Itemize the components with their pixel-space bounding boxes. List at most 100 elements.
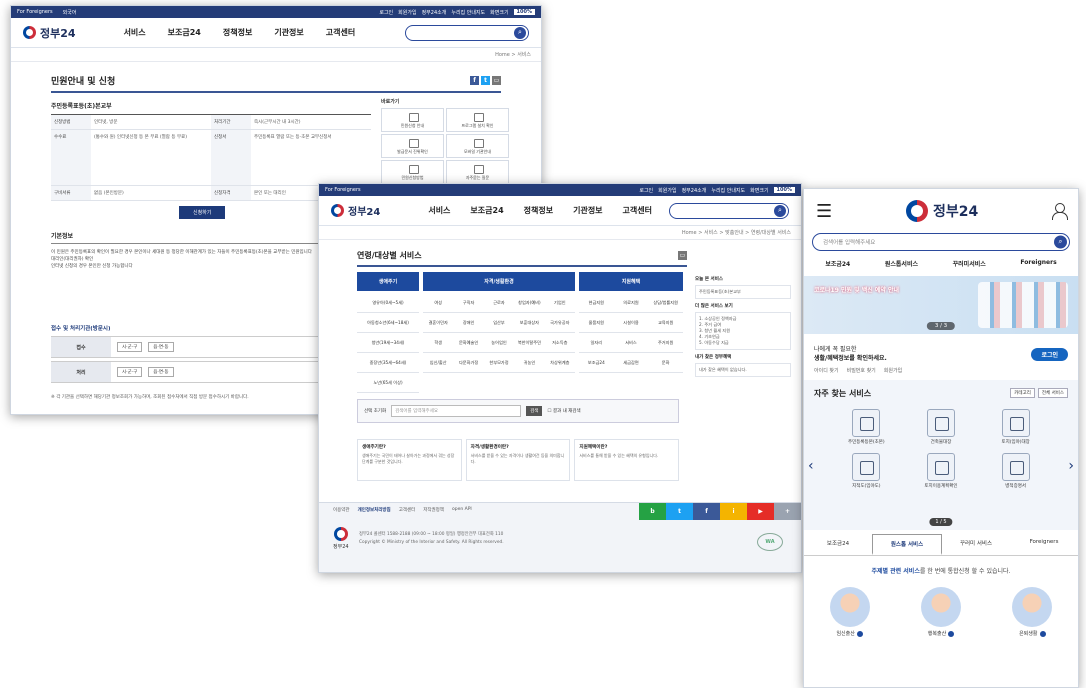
agency-chip[interactable]: 읍·면·동 [148,367,174,377]
category-item[interactable]: 구직자 [453,293,484,313]
all-services-select[interactable]: 전체 서비스 [1037,388,1068,398]
promo-banner[interactable]: 코로나19 민원 및 백신 예약 안내 3 / 3 [804,276,1078,334]
more-icon[interactable]: + [774,503,801,520]
category-item[interactable]: 일자리 [579,333,614,353]
gov24-logo[interactable]: 정부24 [23,25,76,41]
category-item[interactable]: 시설이용 [613,313,649,333]
category-item[interactable]: 저소득층 [544,333,575,353]
login-link[interactable]: 로그인 [379,9,393,16]
category-item[interactable]: 청년(19세~34세) [357,333,419,353]
category-item[interactable]: 노년(65세 이상) [357,373,419,393]
category-item[interactable]: 서비스 [613,333,649,353]
service-tile[interactable]: 병적증명서 [981,453,1050,489]
menu-subsidy[interactable]: 보조금24 [168,27,201,38]
menu-support[interactable]: 고객센터 [326,27,355,38]
menu-service[interactable]: 서비스 [124,27,146,38]
tab-subsidy[interactable]: 보조금24 [804,534,872,555]
category-item[interactable]: 근로자 [483,293,515,313]
category-item[interactable]: 문화예술인 [453,333,484,353]
category-item[interactable]: 현금지원 [579,293,614,313]
tab-foreigners[interactable]: Foreigners [1010,534,1078,555]
menu-policy[interactable]: 정책정보 [524,205,553,216]
category-item[interactable]: 결혼이민자 [423,313,454,333]
signup-link[interactable]: 회원가입 [658,187,676,194]
search-button[interactable]: 검색 [526,406,543,416]
shortcut-item[interactable]: 민원신청 안내 [381,108,444,132]
facebook-icon[interactable]: f [693,503,720,520]
instagram-icon[interactable]: i [720,503,747,520]
menu-agency[interactable]: 기관정보 [573,205,602,216]
gov24-logo[interactable]: 정부24 [331,203,380,218]
category-item[interactable]: 아동청소년(6세~18세) [357,313,419,333]
recent-service-item[interactable]: 주민등록표등(초)본교부 [695,285,791,299]
about-link[interactable]: 정부24소개 [422,9,447,16]
about-link[interactable]: 정부24소개 [682,187,707,194]
search-icon[interactable]: ⌕ [514,26,526,39]
sitemap-link[interactable]: 누리집 안내지도 [451,9,485,16]
category-item[interactable]: 보훈대상자 [514,313,545,333]
agency-chip[interactable]: 시·군·구 [117,342,143,352]
signup-link[interactable]: 회원가입 [884,367,902,374]
find-id-link[interactable]: 아이디 찾기 [814,367,839,374]
agency-chip[interactable]: 시·군·구 [117,367,143,377]
hamburger-menu-icon[interactable]: ☰ [816,201,832,222]
menu-support[interactable]: 고객센터 [623,205,652,216]
category-item[interactable]: 문화 [648,353,683,373]
category-item[interactable]: 중장년(35세~64세) [357,353,419,373]
find-password-link[interactable]: 비밀번호 찾기 [847,367,876,374]
twitter-icon[interactable]: t [481,76,490,85]
category-item[interactable]: 북한이탈주민 [514,333,545,353]
reset-button[interactable]: 선택 초기화 [364,408,386,414]
footer-link[interactable]: 고객센터 [399,507,416,513]
login-button[interactable]: 로그인 [1031,348,1068,361]
service-tile[interactable]: 토지이용계획확인 [907,453,976,489]
category-item[interactable]: 여성 [423,293,454,313]
footer-link[interactable]: 저작권정책 [423,507,444,513]
category-item[interactable]: 학생 [423,333,454,353]
service-search-input[interactable]: 검색어를 입력해주세요 [391,405,522,417]
shortcut-item[interactable]: 모바일 기관안내 [446,134,509,158]
onestop-item[interactable]: 은퇴생활 [1012,587,1053,637]
tab-onestop[interactable]: 원스톱 서비스 [872,534,942,555]
list-item[interactable]: 5. 아동수당 지급 [699,340,787,346]
search-input[interactable]: ⌕ [669,202,789,219]
category-item[interactable]: 국가유공자 [544,313,575,333]
service-tile[interactable]: 토지(임야)대장 [981,409,1050,445]
menu-subsidy[interactable]: 보조금24 [470,205,503,216]
tab-subsidy[interactable]: 보조금24 [825,259,850,268]
category-item[interactable]: 다문화가정 [453,353,484,373]
menu-agency[interactable]: 기관정보 [274,27,303,38]
menu-service[interactable]: 서비스 [428,205,450,216]
category-item[interactable]: 보조금24 [579,353,614,373]
sitemap-link[interactable]: 누리집 안내지도 [711,187,745,194]
user-icon[interactable] [1051,203,1068,220]
agency-chip[interactable]: 읍·면·동 [148,342,174,352]
category-item[interactable]: 기업인 [544,293,575,313]
menu-policy[interactable]: 정책정보 [223,27,252,38]
tab-onestop[interactable]: 원스톱서비스 [885,259,918,268]
category-item[interactable]: 주거지원 [648,333,683,353]
service-tile[interactable]: 지적도(임야도) [832,453,901,489]
category-item[interactable]: 장애인 [453,313,484,333]
service-tile[interactable]: 주민등록등본(초본) [832,409,901,445]
category-item[interactable]: 농어업인 [483,333,515,353]
youtube-icon[interactable]: ▶ [747,503,774,520]
search-icon[interactable]: ⌕ [1054,235,1067,249]
blog-icon[interactable]: b [639,503,666,520]
language-select[interactable]: 외국어 [63,9,77,16]
onestop-item[interactable]: 행복출산 [920,587,961,637]
search-input[interactable]: ⌕ [405,24,529,41]
gov24-logo[interactable]: 정부24 [905,200,978,222]
tab-foreigners[interactable]: Foreigners [1020,259,1056,268]
foreigners-link[interactable]: For Foreigners [17,9,53,16]
facebook-icon[interactable]: f [470,76,479,85]
apply-button[interactable]: 신청하기 [179,206,226,219]
shortcut-item[interactable]: 자주묻는 질문 [446,160,509,184]
search-input[interactable]: 검색어를 입력해주세요 ⌕ [812,233,1070,251]
footer-link[interactable]: 이용약관 [333,507,350,513]
service-tile[interactable]: 건축물대장 [907,409,976,445]
footer-link[interactable]: open API [452,507,472,513]
login-link[interactable]: 로그인 [639,187,653,194]
zoom-level[interactable]: 100% [773,187,795,193]
category-item[interactable]: 임신/출산 [423,353,454,373]
